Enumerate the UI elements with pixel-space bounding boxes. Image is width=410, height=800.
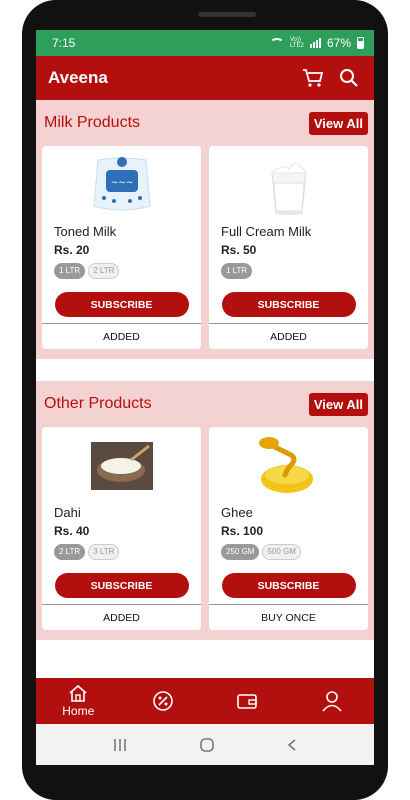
buy-once-button[interactable]: BUY ONCE [209, 604, 368, 630]
size-chip[interactable]: 250 GM [221, 544, 260, 560]
cart-status[interactable]: ADDED [42, 604, 201, 630]
subscribe-button[interactable]: SUBSCRIBE [221, 292, 356, 317]
size-chip[interactable]: 2 LTR [88, 263, 120, 279]
main-content: Milk Products View All ~~~ Toned Milk Rs… [36, 100, 374, 680]
view-all-button[interactable]: View All [308, 392, 368, 416]
product-card[interactable]: Full Cream Milk Rs. 50 1 LTR SUBSCRIBE A… [209, 146, 368, 349]
section-title: Other Products [44, 395, 152, 412]
size-chip[interactable]: 3 LTR [88, 544, 120, 560]
search-icon[interactable] [336, 65, 362, 91]
wallet-icon [237, 694, 258, 709]
home-circle-icon[interactable] [199, 737, 215, 753]
discount-icon [152, 691, 173, 711]
product-price: Rs. 40 [54, 524, 90, 538]
product-name: Full Cream Milk [221, 224, 312, 239]
cart-status[interactable]: ADDED [42, 323, 201, 349]
product-card[interactable]: Ghee Rs. 100 250 GM 500 GM SUBSCRIBE BUY… [209, 427, 368, 630]
cart-icon[interactable] [300, 65, 326, 91]
system-navigation [36, 724, 374, 765]
cart-status[interactable]: ADDED [209, 323, 368, 349]
home-icon [69, 684, 87, 702]
wifi-icon [269, 38, 284, 48]
battery-percent: 67% [326, 36, 351, 50]
network-label: Vo)) LTE2 [289, 37, 304, 49]
app-bar: Aveena [36, 56, 374, 100]
product-card[interactable]: Dahi Rs. 40 2 LTR 3 LTR SUBSCRIBE ADDED [42, 427, 201, 630]
battery-icon [357, 37, 364, 49]
nav-home[interactable]: Home [36, 678, 121, 724]
milk-products-section: Milk Products View All ~~~ Toned Milk Rs… [36, 100, 374, 359]
subscribe-button[interactable]: SUBSCRIBE [54, 573, 189, 598]
product-name: Toned Milk [54, 224, 117, 239]
subscribe-button[interactable]: SUBSCRIBE [221, 573, 356, 598]
product-name: Ghee [221, 505, 253, 520]
product-image-toned-milk: ~~~ [42, 146, 201, 224]
product-price: Rs. 100 [221, 524, 264, 538]
nav-profile[interactable] [290, 678, 375, 724]
signal-icon [309, 38, 321, 48]
other-products-section: Other Products View All Dahi Rs. 40 2 LT… [36, 381, 374, 640]
size-chip[interactable]: 500 GM [262, 544, 301, 560]
svg-text:~~~: ~~~ [110, 178, 133, 188]
product-card[interactable]: ~~~ Toned Milk Rs. 20 1 LTR 2 LTR SUBSCR… [42, 146, 201, 349]
nav-wallet[interactable] [205, 678, 290, 724]
profile-icon [322, 691, 342, 712]
status-time: 7:15 [52, 36, 76, 50]
size-chip[interactable]: 1 LTR [221, 263, 253, 279]
product-price: Rs. 50 [221, 243, 257, 257]
product-image-ghee [209, 427, 368, 505]
size-chip[interactable]: 1 LTR [54, 263, 86, 279]
screen: 7:15 Vo)) LTE2 67% Aveena Milk Products … [36, 30, 374, 765]
bottom-navigation: Home [36, 678, 374, 724]
section-title: Milk Products [44, 114, 141, 131]
status-bar: 7:15 Vo)) LTE2 67% [36, 30, 374, 56]
product-image-full-cream-milk [209, 146, 368, 224]
product-name: Dahi [54, 505, 81, 520]
size-chip[interactable]: 2 LTR [54, 544, 86, 560]
subscribe-button[interactable]: SUBSCRIBE [54, 292, 189, 317]
back-icon[interactable] [286, 738, 298, 752]
nav-offers[interactable] [121, 678, 206, 724]
product-price: Rs. 20 [54, 243, 90, 257]
product-image-dahi [42, 427, 201, 505]
nav-home-label: Home [62, 704, 95, 718]
view-all-button[interactable]: View All [308, 111, 368, 135]
recent-apps-icon[interactable] [112, 738, 128, 752]
speaker [198, 12, 256, 17]
app-title: Aveena [48, 68, 108, 87]
